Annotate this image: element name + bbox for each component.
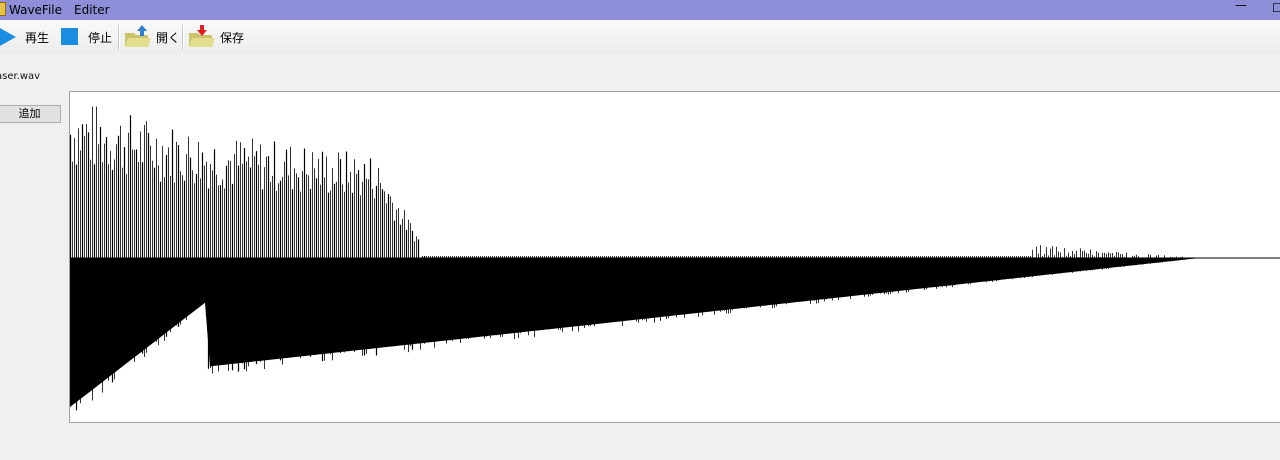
toolbar-separator	[182, 25, 184, 50]
play-label: 再生	[25, 30, 50, 45]
window-title: WaveFile Editer	[9, 3, 110, 17]
play-button[interactable]: 再生	[0, 24, 49, 50]
open-label: 開く	[156, 30, 181, 45]
file-name-label: aser.wav	[0, 71, 41, 82]
app-icon	[0, 2, 6, 16]
add-button[interactable]: 追加	[0, 105, 61, 123]
stop-button[interactable]: 停止	[61, 24, 112, 50]
waveform-panel[interactable]	[69, 91, 1280, 423]
play-icon	[0, 28, 16, 46]
save-label: 保存	[220, 30, 245, 45]
toolbar-separator	[118, 25, 120, 50]
save-folder-icon	[189, 25, 215, 47]
minimize-button[interactable]: —	[1233, 0, 1249, 16]
open-button[interactable]: 開く	[124, 24, 180, 50]
waveform-graph	[70, 92, 1280, 422]
stop-icon	[61, 28, 78, 45]
open-folder-icon	[125, 25, 151, 47]
stop-label: 停止	[88, 30, 113, 45]
save-button[interactable]: 保存	[188, 24, 244, 50]
maximize-button[interactable]: ☐	[1272, 0, 1280, 16]
title-bar: WaveFile Editer — ☐	[0, 0, 1280, 20]
toolbar: 再生 停止 開く 保存	[0, 20, 1280, 54]
